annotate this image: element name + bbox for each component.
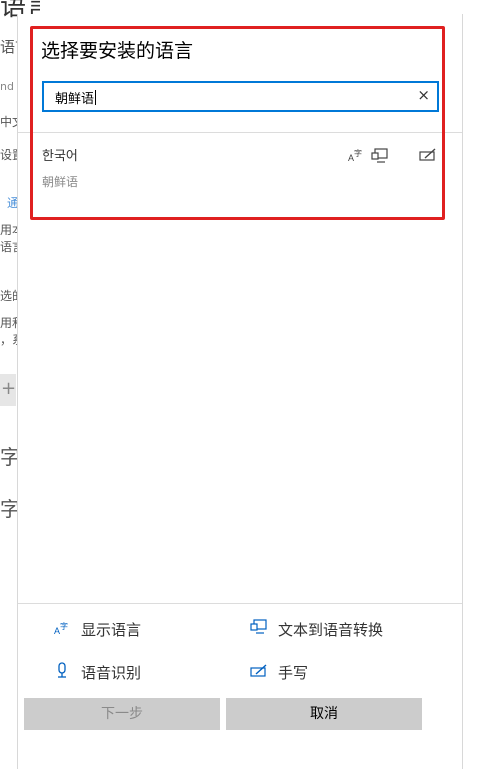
background-fragment: 用和 [0,316,17,330]
language-search-input[interactable]: 朝鲜语 × [42,81,439,112]
background-fragment: 通 [7,196,17,210]
text-to-speech-icon [250,619,268,638]
background-fragment: ，系 [0,333,17,347]
background-add-button: + [0,374,16,406]
cancel-button[interactable]: 取消 [226,698,422,730]
legend-display-language: A字 显示语言 [53,621,142,639]
text-caret [95,90,97,105]
dialog-title: 选择要安装的语言 [41,40,194,62]
legend-text-to-speech: 文本到语音转换 [250,619,383,640]
language-result-item[interactable]: 한국어 朝鲜语 A字 [18,138,462,196]
footer-divider [18,603,462,604]
background-fragment: 语言 [0,240,17,254]
legend-speech-recognition: 语音识别 [53,662,141,683]
background-fragment: 字 [0,497,18,521]
svg-text:字: 字 [354,148,362,158]
next-button[interactable]: 下一步 [24,698,220,730]
display-language-icon: A字 [53,621,71,638]
language-localized-name: 朝鲜语 [42,175,79,189]
background-fragment: 选的 [0,289,17,303]
background-fragment: 字 [0,445,18,469]
background-fragment: 设置 [0,148,17,162]
choose-language-dialog: 选择要安装的语言 朝鲜语 × 한국어 朝鲜语 A字 A字 显示语言 文本到语音转… [17,14,463,769]
clear-search-icon[interactable]: × [417,86,430,104]
background-fragment: 语言 [0,38,17,56]
display-language-icon: A字 [348,148,364,165]
search-input-value[interactable]: 朝鲜语 [55,88,97,107]
background-fragment: 用本 [0,223,17,237]
divider [18,132,462,133]
microphone-icon [53,662,71,681]
background-fragment: nd [0,80,14,93]
background-fragment: 中文 [0,115,17,129]
handwriting-icon [250,664,268,681]
svg-text:字: 字 [60,621,68,631]
language-native-name: 한국어 [42,149,78,164]
handwriting-icon [419,148,437,165]
text-to-speech-icon [371,148,389,167]
legend-handwriting: 手写 [250,662,308,683]
